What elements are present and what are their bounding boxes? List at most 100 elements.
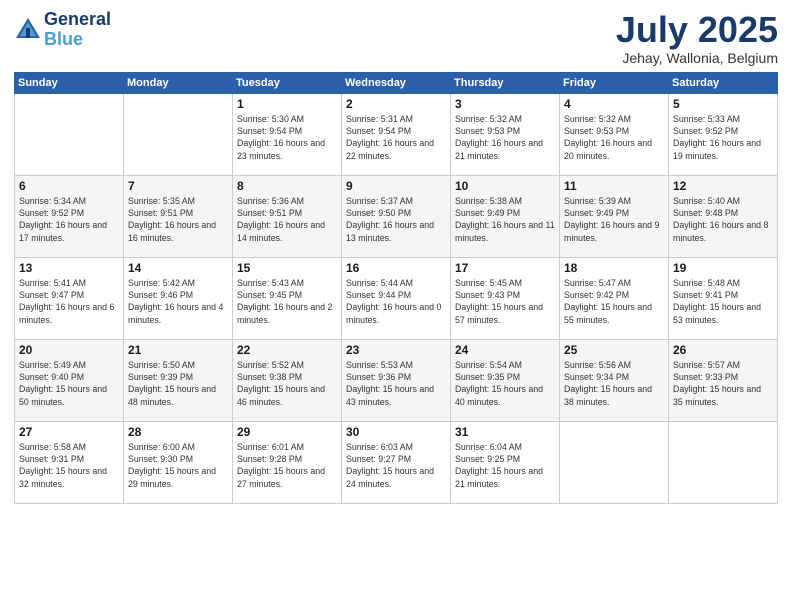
day-info: Sunrise: 5:58 AMSunset: 9:31 PMDaylight:… <box>19 442 107 489</box>
day-number: 29 <box>237 425 337 439</box>
logo-text: General Blue <box>44 10 111 50</box>
calendar-week-3: 20 Sunrise: 5:49 AMSunset: 9:40 PMDaylig… <box>15 339 778 421</box>
day-number: 20 <box>19 343 119 357</box>
day-number: 26 <box>673 343 773 357</box>
col-friday: Friday <box>560 72 669 93</box>
calendar-week-4: 27 Sunrise: 5:58 AMSunset: 9:31 PMDaylig… <box>15 421 778 503</box>
calendar-week-0: 1 Sunrise: 5:30 AMSunset: 9:54 PMDayligh… <box>15 93 778 175</box>
logo-icon <box>14 16 42 44</box>
calendar-cell: 31 Sunrise: 6:04 AMSunset: 9:25 PMDaylig… <box>451 421 560 503</box>
day-number: 1 <box>237 97 337 111</box>
calendar-cell <box>560 421 669 503</box>
day-info: Sunrise: 5:42 AMSunset: 9:46 PMDaylight:… <box>128 278 223 325</box>
day-number: 14 <box>128 261 228 275</box>
logo: General Blue <box>14 10 111 50</box>
calendar-cell: 7 Sunrise: 5:35 AMSunset: 9:51 PMDayligh… <box>124 175 233 257</box>
day-info: Sunrise: 5:52 AMSunset: 9:38 PMDaylight:… <box>237 360 325 407</box>
calendar-cell: 17 Sunrise: 5:45 AMSunset: 9:43 PMDaylig… <box>451 257 560 339</box>
day-info: Sunrise: 6:04 AMSunset: 9:25 PMDaylight:… <box>455 442 543 489</box>
day-info: Sunrise: 5:35 AMSunset: 9:51 PMDaylight:… <box>128 196 216 243</box>
day-info: Sunrise: 6:03 AMSunset: 9:27 PMDaylight:… <box>346 442 434 489</box>
calendar-cell: 14 Sunrise: 5:42 AMSunset: 9:46 PMDaylig… <box>124 257 233 339</box>
day-info: Sunrise: 5:43 AMSunset: 9:45 PMDaylight:… <box>237 278 332 325</box>
calendar-cell: 9 Sunrise: 5:37 AMSunset: 9:50 PMDayligh… <box>342 175 451 257</box>
day-info: Sunrise: 5:38 AMSunset: 9:49 PMDaylight:… <box>455 196 555 243</box>
day-number: 21 <box>128 343 228 357</box>
day-number: 7 <box>128 179 228 193</box>
calendar-cell: 2 Sunrise: 5:31 AMSunset: 9:54 PMDayligh… <box>342 93 451 175</box>
day-info: Sunrise: 5:56 AMSunset: 9:34 PMDaylight:… <box>564 360 652 407</box>
calendar-cell: 8 Sunrise: 5:36 AMSunset: 9:51 PMDayligh… <box>233 175 342 257</box>
logo-line2: Blue <box>44 30 111 50</box>
day-number: 24 <box>455 343 555 357</box>
day-number: 16 <box>346 261 446 275</box>
day-number: 28 <box>128 425 228 439</box>
calendar-cell: 26 Sunrise: 5:57 AMSunset: 9:33 PMDaylig… <box>669 339 778 421</box>
day-info: Sunrise: 5:30 AMSunset: 9:54 PMDaylight:… <box>237 114 325 161</box>
calendar-cell: 22 Sunrise: 5:52 AMSunset: 9:38 PMDaylig… <box>233 339 342 421</box>
calendar-cell: 23 Sunrise: 5:53 AMSunset: 9:36 PMDaylig… <box>342 339 451 421</box>
day-number: 11 <box>564 179 664 193</box>
day-info: Sunrise: 5:31 AMSunset: 9:54 PMDaylight:… <box>346 114 434 161</box>
day-info: Sunrise: 5:50 AMSunset: 9:39 PMDaylight:… <box>128 360 216 407</box>
calendar-cell: 19 Sunrise: 5:48 AMSunset: 9:41 PMDaylig… <box>669 257 778 339</box>
day-number: 10 <box>455 179 555 193</box>
day-number: 31 <box>455 425 555 439</box>
day-info: Sunrise: 5:54 AMSunset: 9:35 PMDaylight:… <box>455 360 543 407</box>
day-number: 12 <box>673 179 773 193</box>
day-number: 27 <box>19 425 119 439</box>
day-info: Sunrise: 5:44 AMSunset: 9:44 PMDaylight:… <box>346 278 441 325</box>
day-info: Sunrise: 5:32 AMSunset: 9:53 PMDaylight:… <box>564 114 652 161</box>
calendar-cell: 18 Sunrise: 5:47 AMSunset: 9:42 PMDaylig… <box>560 257 669 339</box>
day-info: Sunrise: 5:57 AMSunset: 9:33 PMDaylight:… <box>673 360 761 407</box>
calendar-cell: 25 Sunrise: 5:56 AMSunset: 9:34 PMDaylig… <box>560 339 669 421</box>
day-number: 8 <box>237 179 337 193</box>
day-number: 23 <box>346 343 446 357</box>
day-number: 25 <box>564 343 664 357</box>
calendar-cell: 11 Sunrise: 5:39 AMSunset: 9:49 PMDaylig… <box>560 175 669 257</box>
calendar-body: 1 Sunrise: 5:30 AMSunset: 9:54 PMDayligh… <box>15 93 778 503</box>
calendar-cell: 30 Sunrise: 6:03 AMSunset: 9:27 PMDaylig… <box>342 421 451 503</box>
page: General Blue July 2025 Jehay, Wallonia, … <box>0 0 792 612</box>
day-info: Sunrise: 5:47 AMSunset: 9:42 PMDaylight:… <box>564 278 652 325</box>
calendar-cell: 16 Sunrise: 5:44 AMSunset: 9:44 PMDaylig… <box>342 257 451 339</box>
calendar-cell: 15 Sunrise: 5:43 AMSunset: 9:45 PMDaylig… <box>233 257 342 339</box>
day-info: Sunrise: 5:41 AMSunset: 9:47 PMDaylight:… <box>19 278 114 325</box>
day-info: Sunrise: 5:53 AMSunset: 9:36 PMDaylight:… <box>346 360 434 407</box>
col-tuesday: Tuesday <box>233 72 342 93</box>
calendar-cell: 13 Sunrise: 5:41 AMSunset: 9:47 PMDaylig… <box>15 257 124 339</box>
calendar-cell: 27 Sunrise: 5:58 AMSunset: 9:31 PMDaylig… <box>15 421 124 503</box>
day-info: Sunrise: 5:36 AMSunset: 9:51 PMDaylight:… <box>237 196 325 243</box>
day-info: Sunrise: 5:40 AMSunset: 9:48 PMDaylight:… <box>673 196 768 243</box>
day-number: 5 <box>673 97 773 111</box>
calendar-week-1: 6 Sunrise: 5:34 AMSunset: 9:52 PMDayligh… <box>15 175 778 257</box>
calendar-cell: 12 Sunrise: 5:40 AMSunset: 9:48 PMDaylig… <box>669 175 778 257</box>
day-info: Sunrise: 6:00 AMSunset: 9:30 PMDaylight:… <box>128 442 216 489</box>
calendar-cell: 4 Sunrise: 5:32 AMSunset: 9:53 PMDayligh… <box>560 93 669 175</box>
day-info: Sunrise: 5:39 AMSunset: 9:49 PMDaylight:… <box>564 196 659 243</box>
calendar-cell: 29 Sunrise: 6:01 AMSunset: 9:28 PMDaylig… <box>233 421 342 503</box>
col-saturday: Saturday <box>669 72 778 93</box>
day-info: Sunrise: 5:49 AMSunset: 9:40 PMDaylight:… <box>19 360 107 407</box>
title-block: July 2025 Jehay, Wallonia, Belgium <box>616 10 778 66</box>
day-info: Sunrise: 5:32 AMSunset: 9:53 PMDaylight:… <box>455 114 543 161</box>
day-number: 30 <box>346 425 446 439</box>
day-info: Sunrise: 5:34 AMSunset: 9:52 PMDaylight:… <box>19 196 107 243</box>
day-info: Sunrise: 5:33 AMSunset: 9:52 PMDaylight:… <box>673 114 761 161</box>
calendar-cell: 3 Sunrise: 5:32 AMSunset: 9:53 PMDayligh… <box>451 93 560 175</box>
calendar-week-2: 13 Sunrise: 5:41 AMSunset: 9:47 PMDaylig… <box>15 257 778 339</box>
calendar-cell: 24 Sunrise: 5:54 AMSunset: 9:35 PMDaylig… <box>451 339 560 421</box>
day-number: 15 <box>237 261 337 275</box>
day-info: Sunrise: 6:01 AMSunset: 9:28 PMDaylight:… <box>237 442 325 489</box>
header-row: Sunday Monday Tuesday Wednesday Thursday… <box>15 72 778 93</box>
calendar-cell <box>669 421 778 503</box>
month-title: July 2025 <box>616 10 778 50</box>
calendar-cell: 6 Sunrise: 5:34 AMSunset: 9:52 PMDayligh… <box>15 175 124 257</box>
day-info: Sunrise: 5:48 AMSunset: 9:41 PMDaylight:… <box>673 278 761 325</box>
calendar-cell <box>15 93 124 175</box>
calendar-cell <box>124 93 233 175</box>
header: General Blue July 2025 Jehay, Wallonia, … <box>14 10 778 66</box>
calendar-cell: 21 Sunrise: 5:50 AMSunset: 9:39 PMDaylig… <box>124 339 233 421</box>
calendar-header: Sunday Monday Tuesday Wednesday Thursday… <box>15 72 778 93</box>
col-thursday: Thursday <box>451 72 560 93</box>
